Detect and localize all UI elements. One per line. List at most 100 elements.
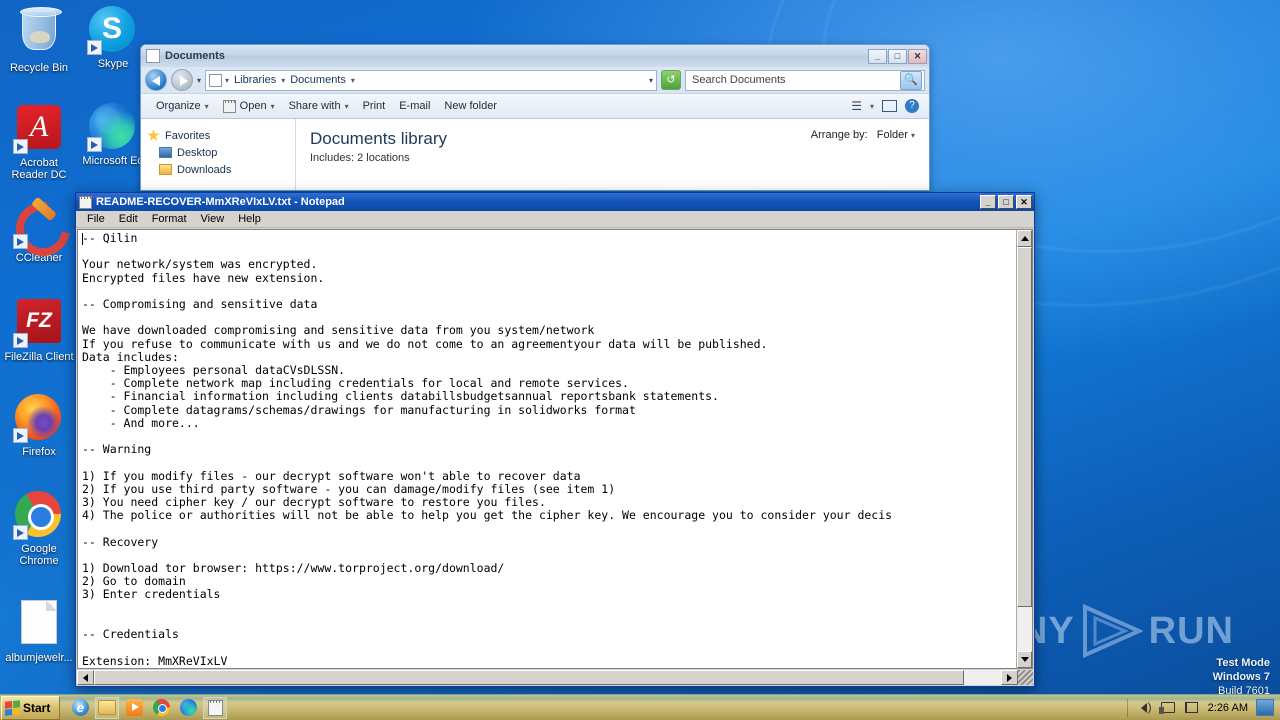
arrange-by-value[interactable]: Folder [877, 129, 908, 141]
explorer-titlebar[interactable]: Documents _ □ ✕ [141, 45, 929, 67]
print-button[interactable]: Print [356, 97, 393, 115]
explorer-address-bar[interactable]: ▾ ▾ Libraries ▾ Documents ▾ ▾ ↺ Search D… [141, 67, 929, 93]
menu-help[interactable]: Help [231, 212, 268, 226]
desktop-icon-skype[interactable]: Skype [76, 6, 150, 70]
desktop-icon-recycle-bin[interactable]: Recycle Bin [2, 6, 76, 74]
watermark-text-right: RUN [1148, 609, 1234, 652]
volume-icon[interactable] [1136, 700, 1152, 715]
action-center-flag-icon[interactable] [1184, 700, 1200, 715]
taskbar[interactable]: Start 2:26 AM [0, 694, 1280, 720]
desktop-icon-microsoft-edge[interactable]: Microsoft Ed [76, 103, 150, 167]
desktop-icon-filezilla[interactable]: FileZilla Client [2, 297, 76, 363]
preview-pane-icon[interactable] [882, 100, 897, 112]
close-button[interactable]: ✕ [908, 48, 927, 64]
taskbar-windows-media-player-icon[interactable] [122, 697, 146, 719]
explorer-view-controls[interactable]: ☰ ▾ ? [851, 99, 921, 113]
arrange-by-caret-icon[interactable]: ▾ [911, 131, 915, 140]
menu-format[interactable]: Format [145, 212, 194, 226]
notepad-text-area[interactable]: -- Qilin Your network/system was encrypt… [77, 229, 1016, 669]
triangle-down-icon [1020, 657, 1029, 662]
taskbar-google-chrome-icon[interactable] [149, 697, 173, 719]
maximize-button[interactable]: □ [888, 48, 907, 64]
open-button[interactable]: Open ▾ [216, 97, 282, 116]
nav-item-desktop[interactable]: Desktop [147, 144, 289, 161]
chevron-down-icon: ▾ [204, 101, 209, 111]
taskbar-internet-explorer-icon[interactable] [68, 697, 92, 719]
email-button[interactable]: E-mail [392, 97, 437, 115]
taskbar-microsoft-edge-icon[interactable] [176, 697, 200, 719]
search-input[interactable]: Search Documents 🔍 [685, 69, 925, 91]
library-subtitle: Includes: 2 locations [310, 152, 410, 164]
taskbar-notepad-icon[interactable] [203, 696, 228, 719]
breadcrumb-caret-icon[interactable]: ▾ [225, 76, 229, 85]
breadcrumb-caret-icon[interactable]: ▾ [281, 76, 285, 85]
resize-grip[interactable] [1018, 670, 1033, 685]
notepad-window[interactable]: README-RECOVER-MmXReVIxLV.txt - Notepad … [75, 192, 1035, 687]
clock[interactable]: 2:26 AM [1208, 702, 1248, 714]
desktop-icon-albumjewelr[interactable]: albumjewelr... [2, 598, 76, 664]
explorer-window-controls[interactable]: _ □ ✕ [868, 48, 927, 64]
start-button-label: Start [23, 700, 51, 715]
organize-button[interactable]: Organize ▾ [149, 97, 216, 115]
vertical-scroll-thumb[interactable] [1017, 247, 1032, 607]
scroll-left-button[interactable] [77, 670, 94, 685]
close-button[interactable]: ✕ [1016, 195, 1032, 209]
share-with-label: Share with [288, 100, 341, 112]
desktop-icon-firefox[interactable]: Firefox [2, 394, 76, 458]
forward-button[interactable] [171, 69, 193, 91]
search-placeholder: Search Documents [692, 74, 786, 86]
desktop[interactable]: Recycle Bin Skype Acrobat Reader DC Micr… [0, 0, 1280, 720]
view-layout-icon[interactable]: ☰ [851, 99, 862, 113]
refresh-icon[interactable]: ↺ [661, 70, 681, 90]
address-dropdown-icon[interactable]: ▾ [649, 76, 653, 85]
minimize-button[interactable]: _ [980, 195, 996, 209]
scroll-up-button[interactable] [1017, 230, 1032, 247]
quick-launch-bar[interactable] [68, 696, 228, 719]
back-button[interactable] [145, 69, 167, 91]
network-icon[interactable] [1158, 700, 1176, 715]
notepad-titlebar[interactable]: README-RECOVER-MmXReVIxLV.txt - Notepad … [76, 193, 1034, 211]
system-tray[interactable]: 2:26 AM [1126, 695, 1280, 720]
scroll-right-button[interactable] [1001, 670, 1018, 685]
generic-file-icon [15, 600, 63, 648]
anyrun-play-logo-icon [1082, 604, 1143, 658]
vertical-scrollbar[interactable] [1016, 229, 1033, 669]
triangle-up-icon [1020, 236, 1029, 241]
desktop-icon-acrobat-reader[interactable]: Acrobat Reader DC [2, 103, 76, 181]
search-icon[interactable]: 🔍 [900, 70, 922, 90]
recent-pages-caret-icon[interactable]: ▾ [197, 76, 201, 85]
taskbar-windows-explorer-icon[interactable] [95, 696, 120, 719]
view-caret-icon[interactable]: ▾ [870, 102, 874, 111]
scroll-down-button[interactable] [1017, 651, 1032, 668]
share-with-button[interactable]: Share with ▾ [282, 97, 356, 115]
vertical-scroll-track[interactable] [1017, 607, 1032, 651]
notepad-menubar[interactable]: File Edit Format View Help [76, 211, 1034, 228]
acrobat-reader-icon [13, 105, 63, 154]
new-folder-button[interactable]: New folder [437, 97, 504, 115]
breadcrumb-item-documents[interactable]: Documents [288, 74, 348, 86]
menu-view[interactable]: View [194, 212, 232, 226]
show-desktop-button[interactable] [1256, 699, 1274, 716]
start-button[interactable]: Start [1, 695, 61, 720]
horizontal-scrollbar[interactable] [76, 669, 1034, 686]
ransom-note-text[interactable]: -- Qilin Your network/system was encrypt… [78, 230, 1016, 668]
nav-item-downloads[interactable]: Downloads [147, 161, 289, 178]
desktop-icon-google-chrome[interactable]: Google Chrome [2, 491, 76, 567]
navigation-pane[interactable]: Favorites Desktop Downloads [141, 119, 296, 190]
menu-edit[interactable]: Edit [112, 212, 145, 226]
explorer-command-bar[interactable]: Organize ▾ Open ▾ Share with ▾ Print E-m… [141, 93, 929, 119]
maximize-button[interactable]: □ [998, 195, 1014, 209]
horizontal-scroll-track[interactable] [964, 670, 1001, 685]
menu-file[interactable]: File [80, 212, 112, 226]
breadcrumb-item-libraries[interactable]: Libraries [232, 74, 278, 86]
breadcrumb[interactable]: ▾ Libraries ▾ Documents ▾ ▾ [205, 69, 657, 91]
minimize-button[interactable]: _ [868, 48, 887, 64]
arrange-by-control[interactable]: Arrange by: Folder ▾ [811, 129, 915, 141]
horizontal-scroll-thumb[interactable] [94, 670, 964, 685]
nav-item-favorites[interactable]: Favorites [147, 127, 289, 144]
breadcrumb-caret-icon[interactable]: ▾ [351, 76, 355, 85]
notepad-window-controls[interactable]: _ □ ✕ [980, 195, 1032, 209]
desktop-icon-ccleaner[interactable]: CCleaner [2, 200, 76, 264]
explorer-window[interactable]: Documents _ □ ✕ ▾ ▾ Libraries ▾ Document… [140, 44, 930, 191]
help-icon[interactable]: ? [905, 99, 919, 113]
